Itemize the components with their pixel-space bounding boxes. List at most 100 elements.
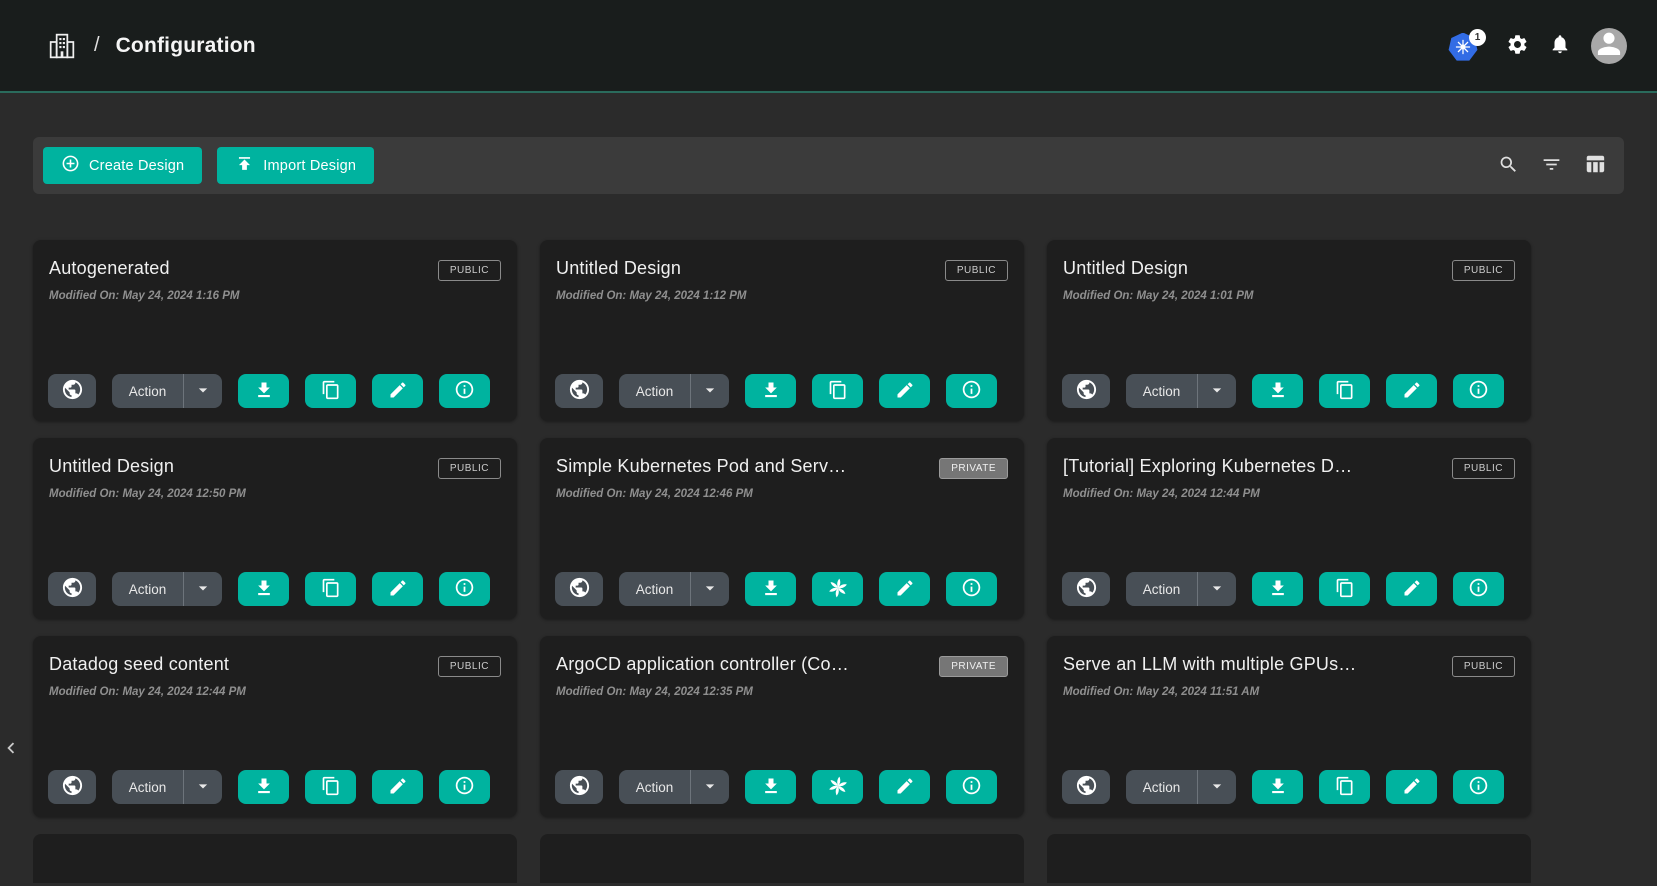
edit-button[interactable] [879, 572, 930, 606]
filter-button[interactable] [1541, 154, 1562, 178]
download-button[interactable] [238, 572, 289, 606]
duplicate-button[interactable] [1319, 374, 1370, 408]
download-button[interactable] [238, 770, 289, 804]
search-button[interactable] [1498, 154, 1519, 178]
action-button[interactable]: Action [112, 572, 183, 606]
create-design-button[interactable]: Create Design [43, 147, 202, 184]
person-icon [1591, 28, 1627, 64]
organization-icon[interactable] [46, 30, 78, 62]
settings-button[interactable] [1506, 33, 1529, 59]
toolbar-buttons: Create Design Import Design [43, 147, 374, 184]
action-dropdown-button[interactable] [184, 572, 222, 606]
globe-icon [1075, 378, 1098, 404]
action-dropdown-button[interactable] [691, 572, 729, 606]
action-dropdown-button[interactable] [184, 770, 222, 804]
duplicate-button[interactable] [812, 374, 863, 408]
action-button[interactable]: Action [619, 374, 690, 408]
chevron-down-icon [700, 380, 720, 403]
action-button[interactable]: Action [112, 374, 183, 408]
visibility-globe-button[interactable] [1062, 572, 1110, 606]
search-icon [1498, 154, 1519, 178]
collapse-drawer-button[interactable] [0, 731, 22, 767]
visibility-badge: PUBLIC [945, 260, 1008, 281]
action-dropdown-button[interactable] [184, 374, 222, 408]
info-button[interactable] [1453, 572, 1504, 606]
kanvas-spiral-button[interactable] [812, 572, 863, 606]
info-button[interactable] [946, 572, 997, 606]
edit-button[interactable] [372, 770, 423, 804]
info-icon [1468, 577, 1489, 601]
duplicate-button[interactable] [305, 374, 356, 408]
action-button[interactable]: Action [1126, 572, 1197, 606]
download-button[interactable] [745, 770, 796, 804]
table-view-button[interactable] [1584, 153, 1606, 178]
edit-button[interactable] [1386, 770, 1437, 804]
edit-button[interactable] [879, 374, 930, 408]
design-title: Untitled Design [1063, 258, 1188, 279]
design-card-partial [540, 834, 1024, 883]
action-dropdown-button[interactable] [1198, 572, 1236, 606]
visibility-globe-button[interactable] [555, 770, 603, 804]
download-button[interactable] [745, 572, 796, 606]
action-dropdown-button[interactable] [691, 374, 729, 408]
action-dropdown-button[interactable] [1198, 374, 1236, 408]
action-button[interactable]: Action [1126, 770, 1197, 804]
card-action-row: Action [555, 572, 1009, 606]
action-split-button: Action [112, 572, 222, 606]
chevron-down-icon [700, 776, 720, 799]
action-split-button: Action [1126, 572, 1236, 606]
edit-button[interactable] [372, 572, 423, 606]
app-root: / Configuration 1 [0, 0, 1657, 886]
info-button[interactable] [439, 572, 490, 606]
download-button[interactable] [1252, 374, 1303, 408]
download-icon [761, 578, 781, 601]
design-card: Untitled Design PUBLIC Modified On: May … [1047, 240, 1531, 421]
duplicate-button[interactable] [1319, 572, 1370, 606]
action-button[interactable]: Action [619, 770, 690, 804]
kanvas-spiral-button[interactable] [812, 770, 863, 804]
duplicate-icon [828, 380, 848, 403]
edit-button[interactable] [1386, 374, 1437, 408]
action-button[interactable]: Action [1126, 374, 1197, 408]
visibility-globe-button[interactable] [555, 572, 603, 606]
kubernetes-context-button[interactable]: 1 [1448, 29, 1486, 63]
import-design-button[interactable]: Import Design [217, 147, 374, 184]
notifications-button[interactable] [1549, 33, 1571, 58]
edit-button[interactable] [372, 374, 423, 408]
action-dropdown-button[interactable] [691, 770, 729, 804]
duplicate-button[interactable] [305, 770, 356, 804]
visibility-globe-button[interactable] [1062, 770, 1110, 804]
chevron-down-icon [1207, 578, 1227, 601]
info-button[interactable] [946, 770, 997, 804]
duplicate-icon [321, 380, 341, 403]
visibility-globe-button[interactable] [555, 374, 603, 408]
action-button[interactable]: Action [619, 572, 690, 606]
download-button[interactable] [238, 374, 289, 408]
info-button[interactable] [439, 374, 490, 408]
edit-button[interactable] [879, 770, 930, 804]
visibility-globe-button[interactable] [48, 572, 96, 606]
visibility-globe-button[interactable] [48, 374, 96, 408]
design-card-partial [33, 834, 517, 883]
info-button[interactable] [439, 770, 490, 804]
user-avatar[interactable] [1591, 28, 1627, 64]
card-action-row: Action [555, 374, 1009, 408]
duplicate-button[interactable] [1319, 770, 1370, 804]
visibility-globe-button[interactable] [48, 770, 96, 804]
visibility-badge: PRIVATE [939, 458, 1008, 479]
info-button[interactable] [1453, 374, 1504, 408]
action-button[interactable]: Action [112, 770, 183, 804]
info-button[interactable] [946, 374, 997, 408]
duplicate-button[interactable] [305, 572, 356, 606]
action-split-button: Action [619, 770, 729, 804]
kanvas-spiral-icon [826, 774, 850, 801]
chevron-down-icon [1207, 380, 1227, 403]
download-button[interactable] [745, 374, 796, 408]
download-button[interactable] [1252, 770, 1303, 804]
card-action-row: Action [48, 572, 502, 606]
info-button[interactable] [1453, 770, 1504, 804]
download-button[interactable] [1252, 572, 1303, 606]
edit-button[interactable] [1386, 572, 1437, 606]
action-dropdown-button[interactable] [1198, 770, 1236, 804]
visibility-globe-button[interactable] [1062, 374, 1110, 408]
